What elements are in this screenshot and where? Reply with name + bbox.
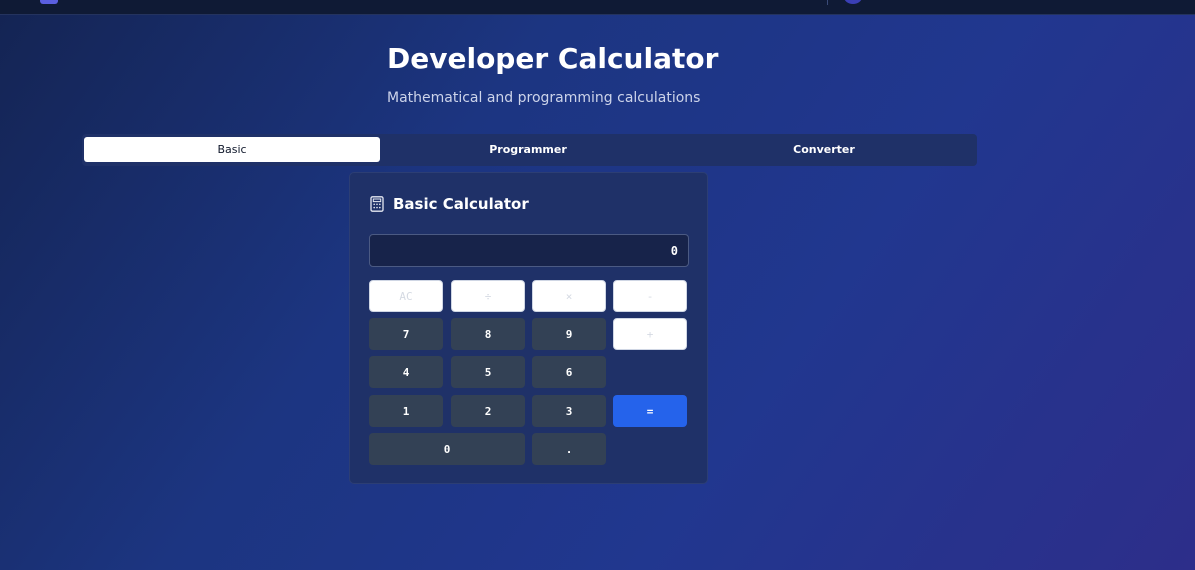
card-header: Basic Calculator [370, 195, 529, 213]
card-title: Basic Calculator [393, 195, 529, 213]
clear-button[interactable]: AC [369, 280, 443, 312]
digit-6-button[interactable]: 6 [532, 356, 606, 388]
equals-button[interactable]: = [613, 395, 687, 427]
tab-converter[interactable]: Converter [676, 137, 972, 162]
digit-1-button[interactable]: 1 [369, 395, 443, 427]
digit-3-button[interactable]: 3 [532, 395, 606, 427]
digit-9-button[interactable]: 9 [532, 318, 606, 350]
divide-button[interactable]: ÷ [451, 280, 525, 312]
subtract-button[interactable]: - [613, 280, 687, 312]
digit-2-button[interactable]: 2 [451, 395, 525, 427]
calculator-icon [370, 196, 384, 212]
top-nav-bar [0, 0, 1195, 15]
tab-programmer[interactable]: Programmer [380, 137, 676, 162]
basic-calculator-card: Basic Calculator 0 AC ÷ × - 7 8 9 + 4 5 … [349, 172, 708, 484]
nav-divider [827, 0, 828, 5]
avatar[interactable] [844, 0, 862, 4]
decimal-button[interactable]: . [532, 433, 606, 465]
digit-7-button[interactable]: 7 [369, 318, 443, 350]
calculator-display: 0 [369, 234, 689, 267]
add-button[interactable]: + [613, 318, 687, 350]
tab-basic[interactable]: Basic [84, 137, 380, 162]
page-subtitle: Mathematical and programming calculation… [387, 90, 701, 106]
digit-8-button[interactable]: 8 [451, 318, 525, 350]
mode-tabs: Basic Programmer Converter [82, 134, 977, 166]
digit-4-button[interactable]: 4 [369, 356, 443, 388]
digit-5-button[interactable]: 5 [451, 356, 525, 388]
multiply-button[interactable]: × [532, 280, 606, 312]
app-logo-icon[interactable] [40, 0, 58, 4]
digit-0-button[interactable]: 0 [369, 433, 525, 465]
page-title: Developer Calculator [387, 42, 719, 75]
